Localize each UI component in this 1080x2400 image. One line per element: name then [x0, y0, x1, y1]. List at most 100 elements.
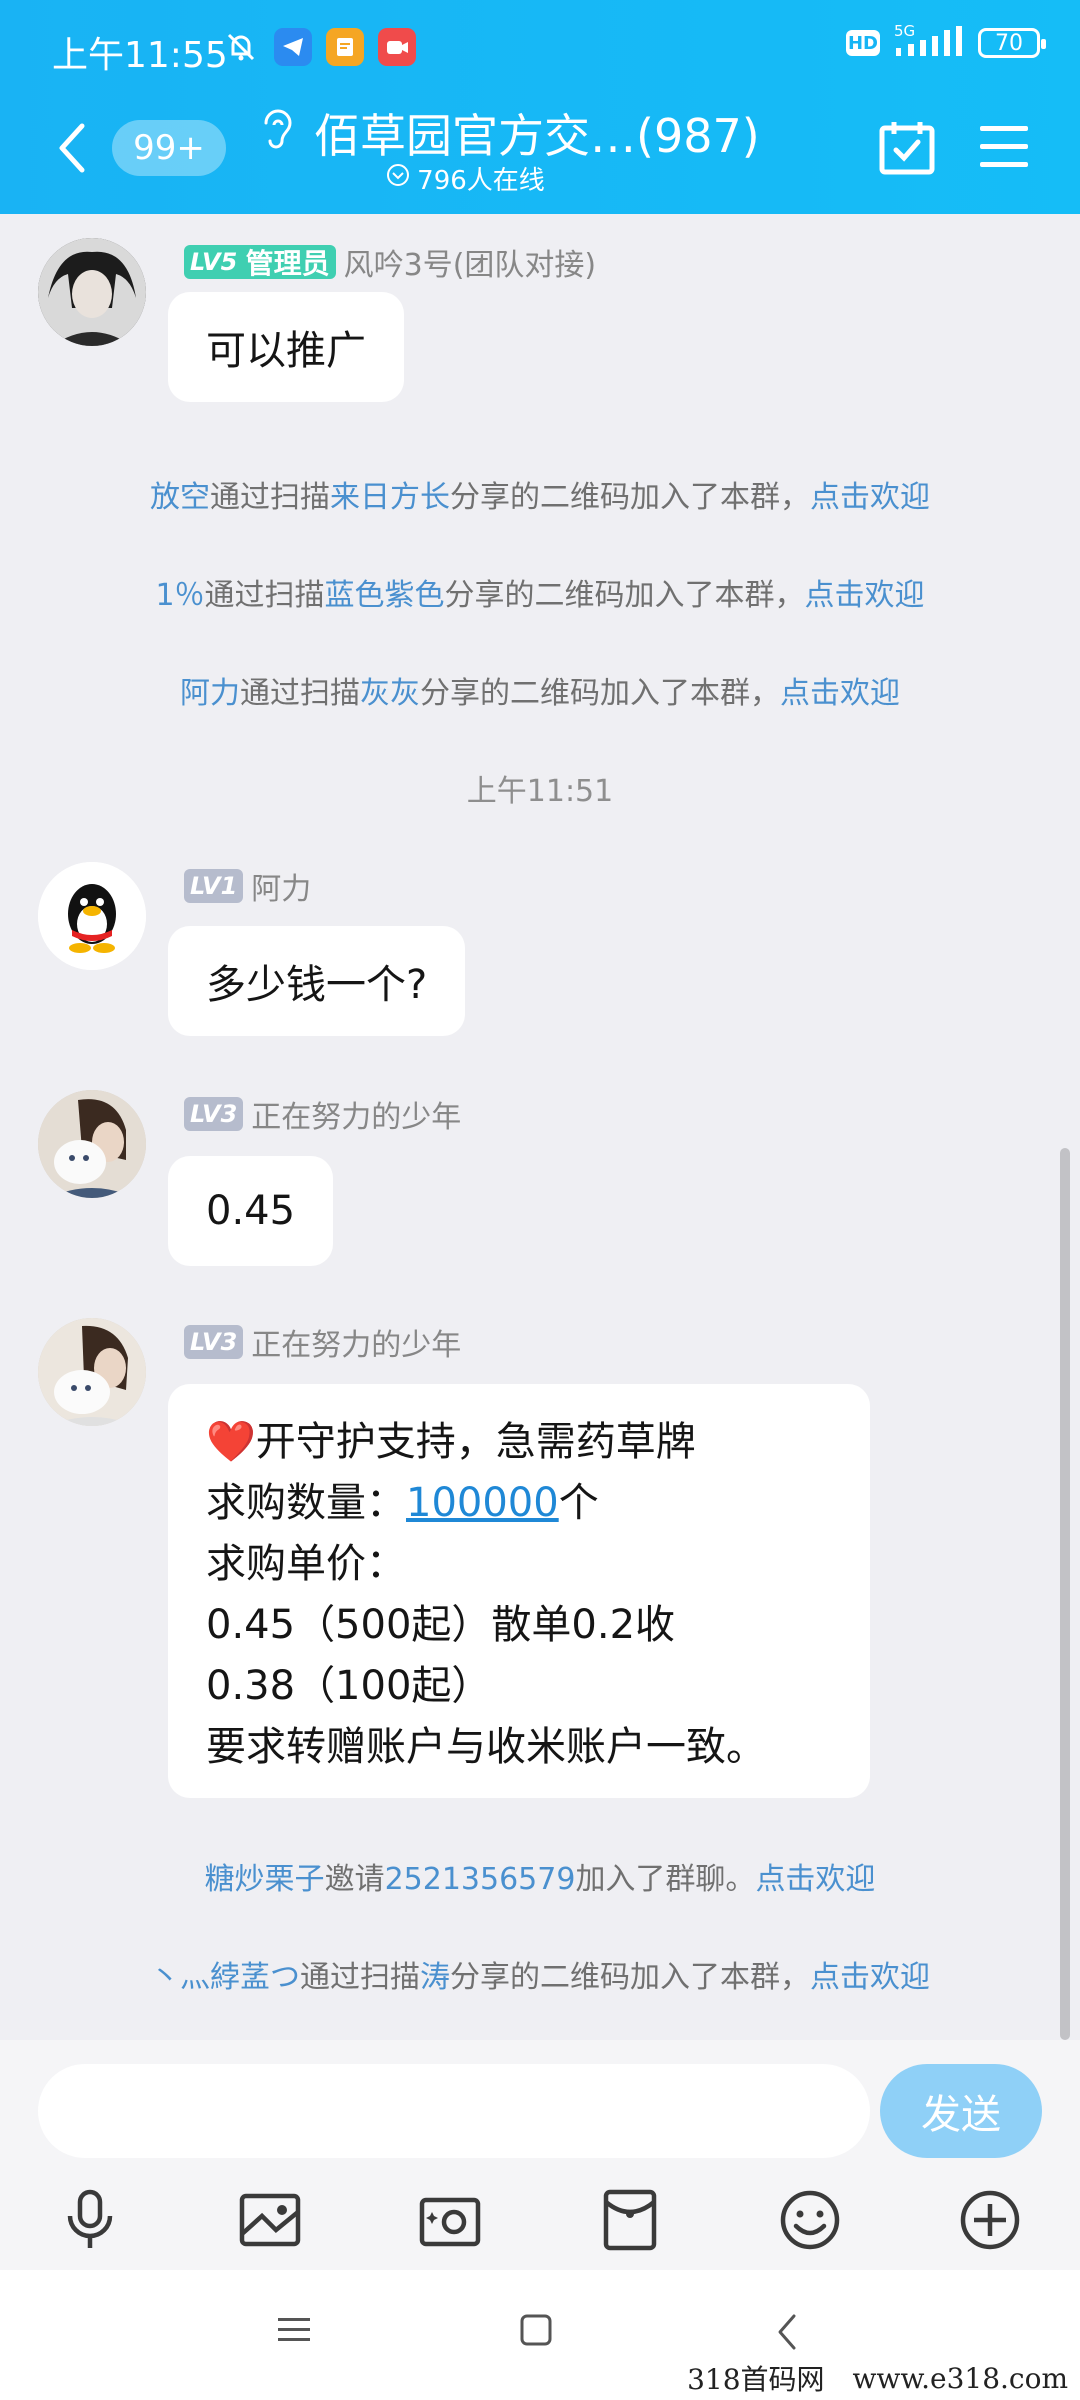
message-line: ❤️开守护支持，急需药草牌 — [206, 1419, 696, 1465]
status-notification-icons — [222, 28, 416, 66]
calendar-check-icon[interactable] — [878, 118, 936, 180]
system-notice: 1％通过扫描蓝色紫色分享的二维码加入了本群，点击欢迎 — [0, 570, 1080, 614]
ear-icon — [258, 105, 294, 162]
scrollbar-thumb[interactable] — [1060, 1148, 1070, 2040]
recent-apps-icon[interactable] — [276, 2312, 312, 2352]
notice-text: 分享的二维码加入了本群， — [450, 1960, 810, 1995]
watermark-left: 318首码网 — [687, 2363, 825, 2396]
quantity-label: 求购数量： — [206, 1480, 406, 1526]
group-title: 佰草园官方交…(987) — [314, 109, 760, 163]
emoji-icon[interactable] — [770, 2180, 850, 2260]
member-name-link[interactable]: 1％ — [155, 578, 204, 613]
sender-line: LV3 正在努力的少年 — [184, 1092, 461, 1136]
menu-icon[interactable] — [978, 122, 1030, 176]
quantity-number-link[interactable]: 100000 — [406, 1480, 559, 1526]
admin-role-badge: 管理员 — [245, 247, 330, 280]
welcome-link[interactable]: 点击欢迎 — [805, 578, 925, 613]
notice-text: 分享的二维码加入了本群， — [444, 578, 805, 613]
sender-name: 阿力 — [251, 872, 312, 907]
inviter-name-link[interactable]: 蓝色紫色 — [325, 578, 445, 613]
sender-name: 正在努力的少年 — [251, 1100, 462, 1135]
microphone-icon[interactable] — [50, 2180, 130, 2260]
message-bubble[interactable]: 多少钱一个? — [168, 926, 466, 1036]
message-text: 多少钱一个? — [206, 962, 428, 1008]
unread-count-badge[interactable]: 99+ — [112, 120, 226, 176]
sender-line: LV1 阿力 — [184, 864, 311, 908]
group-title-area[interactable]: 佰草园官方交…(987) — [258, 100, 778, 166]
message-list[interactable]: LV5 管理员 风吟3号(团队对接) 可以推广 放空通过扫描来日方长分享的二维码… — [0, 214, 1080, 2040]
sender-name: 风吟3号(团队对接) — [343, 248, 597, 283]
message-line: 求购单价： — [206, 1541, 406, 1587]
inviter-name-link[interactable]: 来日方长 — [330, 480, 450, 515]
watermark: 318首码网 www.e318.com — [671, 2356, 1080, 2400]
notice-text: 通过扫描 — [204, 578, 325, 613]
notice-text: 通过扫描 — [210, 480, 330, 515]
top-bar: 上午11:55 HD 5G 70 99+ 佰草园官方交…(987) 796人在线 — [0, 0, 1080, 214]
member-name-link[interactable]: 放空 — [150, 480, 210, 515]
message-line: 要求转赠账户与收米账户一致。 — [206, 1724, 766, 1770]
avatar[interactable] — [38, 862, 146, 970]
system-notice: 糖炒栗子邀请2521356579加入了群聊。点击欢迎 — [0, 1854, 1080, 1898]
sender-name: 正在努力的少年 — [251, 1328, 462, 1363]
back-nav-icon[interactable] — [770, 2312, 806, 2356]
member-name-link[interactable]: 丶灬綍䓝つ — [150, 1960, 300, 1995]
notice-text: 分享的二维码加入了本群， — [420, 676, 780, 711]
level-badge: LV3 — [184, 1325, 244, 1359]
telegram-app-icon — [274, 28, 312, 66]
welcome-link[interactable]: 点击欢迎 — [780, 676, 900, 711]
notice-text: 加入了群聊。 — [575, 1862, 756, 1897]
member-id-link[interactable]: 2521356579 — [385, 1862, 576, 1897]
avatar[interactable] — [38, 238, 146, 346]
notice-text: 邀请 — [324, 1862, 385, 1897]
online-count-text: 796人在线 — [417, 166, 545, 196]
image-icon[interactable] — [230, 2180, 310, 2260]
notice-text: 通过扫描 — [300, 1960, 420, 1995]
system-notice: 放空通过扫描来日方长分享的二维码加入了本群，点击欢迎 — [0, 472, 1080, 516]
camera-icon[interactable] — [410, 2180, 490, 2260]
status-time: 上午11:55 — [52, 35, 228, 76]
system-notice: 丶灬綍䓝つ通过扫描涛分享的二维码加入了本群，点击欢迎 — [0, 1952, 1080, 1996]
welcome-link[interactable]: 点击欢迎 — [810, 1960, 930, 1995]
video-app-icon — [378, 28, 416, 66]
composer-toolbar — [0, 2180, 1080, 2260]
chat-header: 99+ 佰草园官方交…(987) 796人在线 — [0, 96, 1080, 214]
inviter-name-link[interactable]: 涛 — [420, 1960, 450, 1995]
message-input[interactable] — [38, 2064, 870, 2158]
inviter-name-link[interactable]: 糖炒栗子 — [205, 1862, 325, 1897]
level-badge: LV5 管理员 — [184, 245, 336, 280]
timestamp: 上午11:51 — [466, 774, 614, 809]
send-button[interactable]: 发送 — [880, 2064, 1042, 2158]
chevron-circle-icon — [385, 162, 411, 195]
system-notice: 阿力通过扫描灰灰分享的二维码加入了本群，点击欢迎 — [0, 668, 1080, 712]
message-text: 0.45 — [206, 1188, 296, 1234]
inviter-name-link[interactable]: 灰灰 — [360, 676, 420, 711]
hd-badge: HD — [846, 30, 880, 56]
red-packet-icon[interactable] — [590, 2180, 670, 2260]
composer: 发送 — [0, 2040, 1080, 2270]
message-bubble[interactable]: ❤️开守护支持，急需药草牌 求购数量：100000个 求购单价： 0.45（50… — [168, 1384, 870, 1798]
sender-line: LV5 管理员 风吟3号(团队对接) — [184, 240, 596, 284]
member-name-link[interactable]: 阿力 — [180, 676, 240, 711]
message-bubble[interactable]: 0.45 — [168, 1156, 334, 1266]
plus-circle-icon[interactable] — [950, 2180, 1030, 2260]
avatar[interactable] — [38, 1090, 146, 1198]
back-arrow-icon[interactable] — [52, 118, 92, 182]
level-badge: LV1 — [184, 869, 244, 903]
mute-bell-icon — [222, 28, 260, 66]
home-icon[interactable] — [518, 2312, 554, 2352]
avatar[interactable] — [38, 1318, 146, 1426]
watermark-right: www.e318.com — [852, 2361, 1068, 2395]
group-title-row: 佰草园官方交…(987) — [258, 100, 778, 166]
quantity-unit: 个 — [558, 1480, 599, 1526]
notes-app-icon — [326, 28, 364, 66]
sender-line: LV3 正在努力的少年 — [184, 1320, 461, 1364]
notice-text: 分享的二维码加入了本群， — [450, 480, 810, 515]
message-line: 0.38（100起） — [206, 1663, 492, 1709]
message-line: 求购数量：100000个 — [206, 1473, 832, 1534]
message-line: 0.45（500起）散单0.2收 — [206, 1602, 676, 1648]
welcome-link[interactable]: 点击欢迎 — [755, 1862, 875, 1897]
message-bubble[interactable]: 可以推广 — [168, 292, 404, 402]
level-badge: LV3 — [184, 1097, 244, 1131]
notice-text: 通过扫描 — [240, 676, 360, 711]
welcome-link[interactable]: 点击欢迎 — [810, 480, 930, 515]
